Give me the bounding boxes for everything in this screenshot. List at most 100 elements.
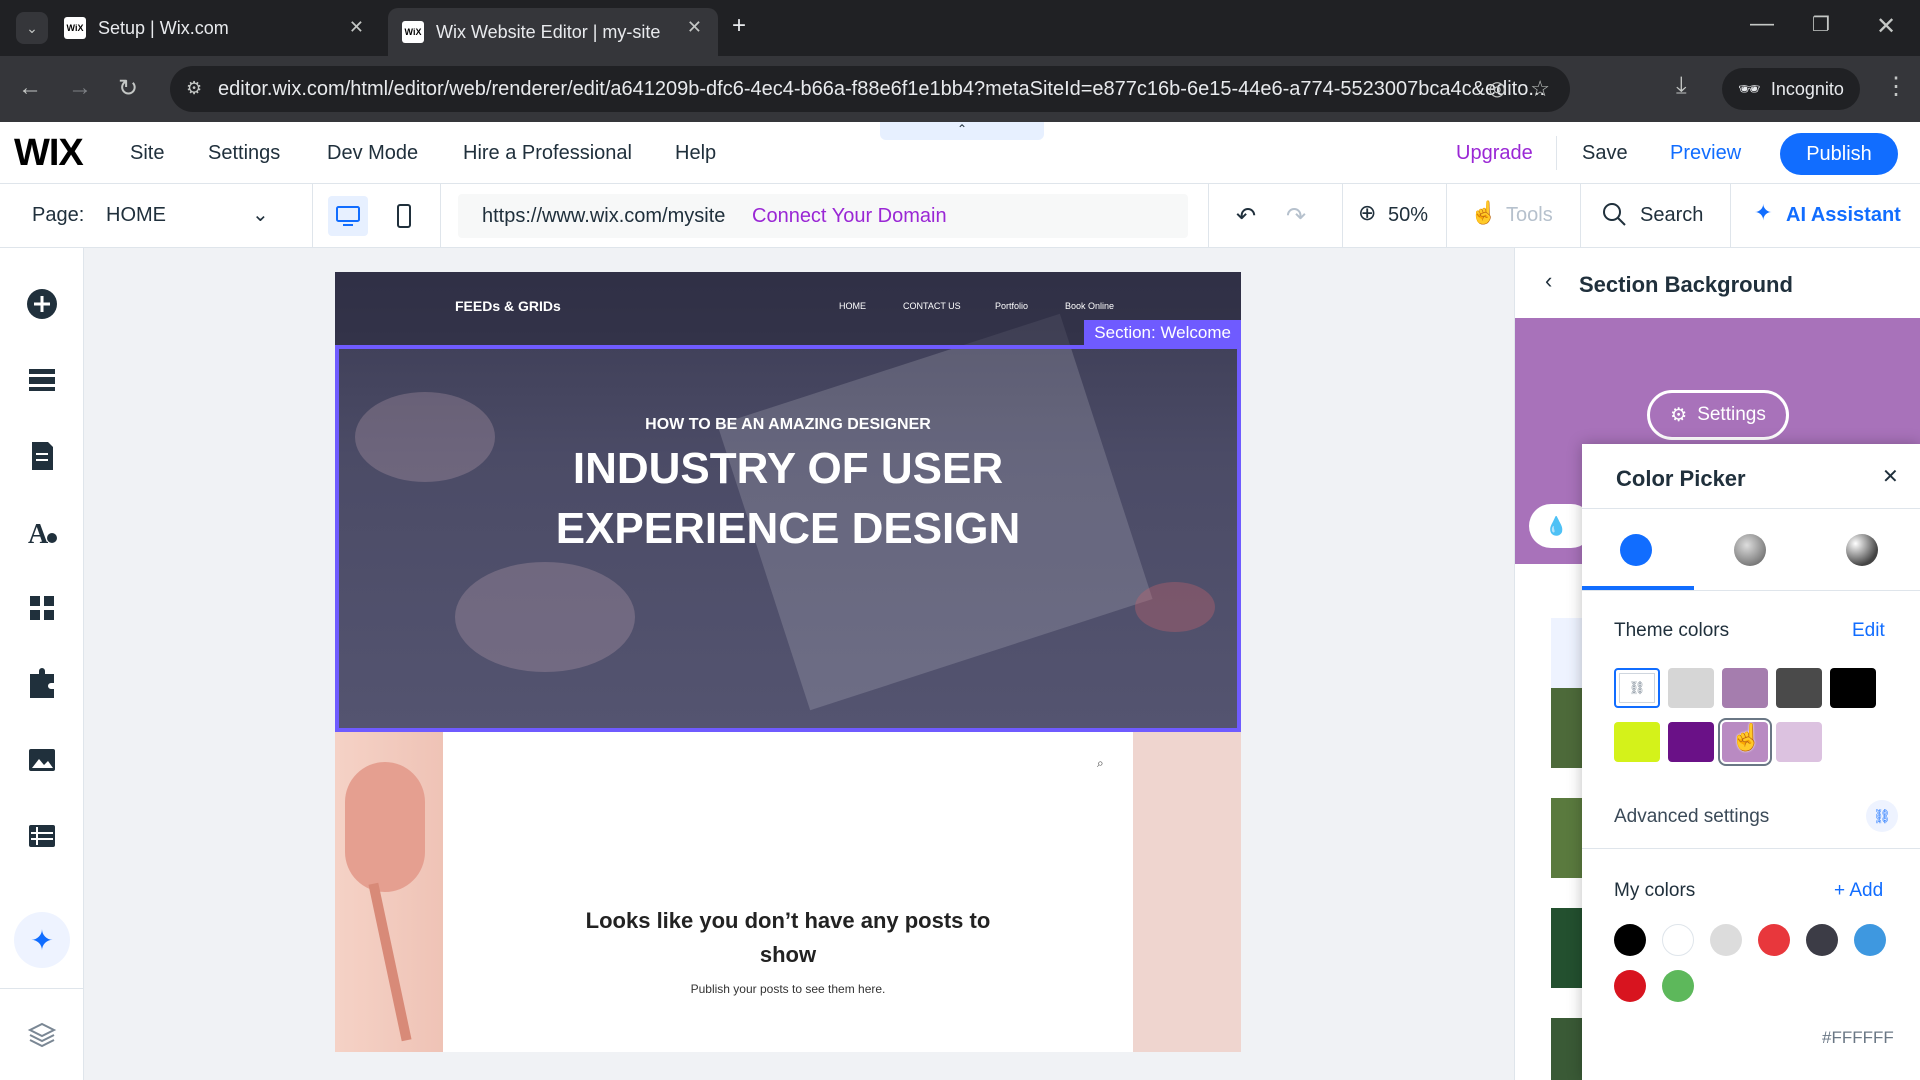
publish-button[interactable]: Publish [1780, 133, 1898, 175]
tab-search-button[interactable]: ⌄ [16, 12, 48, 44]
chrome-menu-icon[interactable]: ⋮ [1884, 72, 1908, 101]
advanced-settings-label[interactable]: Advanced settings [1614, 806, 1769, 828]
theme-color-swatch[interactable] [1830, 668, 1876, 708]
minimize-icon[interactable]: — [1750, 10, 1774, 38]
save-button[interactable]: Save [1582, 142, 1628, 165]
my-color-swatch[interactable] [1758, 924, 1790, 956]
my-color-swatch[interactable] [1662, 924, 1694, 956]
menu-settings[interactable]: Settings [208, 142, 280, 165]
tools-button[interactable]: Tools [1506, 204, 1553, 227]
reload-icon[interactable]: ↻ [118, 74, 138, 103]
theme-color-swatch[interactable] [1776, 668, 1822, 708]
divider [312, 184, 313, 248]
image-icon [29, 749, 55, 771]
my-color-swatch[interactable] [1614, 924, 1646, 956]
download-icon[interactable]: ⤓ [1676, 72, 1687, 100]
panel-title: Section Background [1579, 272, 1793, 297]
gear-icon: ⚙ [1670, 404, 1688, 426]
search-button[interactable]: Search [1640, 204, 1703, 227]
media-button[interactable] [22, 740, 62, 780]
ai-assistant-button[interactable]: AI Assistant [1786, 204, 1901, 227]
connect-domain-link[interactable]: Connect Your Domain [752, 205, 947, 228]
menu-site[interactable]: Site [130, 142, 164, 165]
tools-icon[interactable]: ☝ [1470, 200, 1497, 226]
new-tab-icon[interactable]: + [732, 12, 746, 40]
forward-icon[interactable]: → [68, 74, 92, 102]
collapse-top-bar-handle[interactable]: ⌃ [880, 122, 1044, 140]
welcome-section[interactable]: FEEDs & GRIDs HOME CONTACT US Portfolio … [335, 272, 1241, 732]
pages-button[interactable] [22, 436, 62, 476]
wix-logo[interactable]: WIX [14, 132, 84, 175]
theme-color-swatch[interactable] [1668, 668, 1714, 708]
solid-color-tab-icon[interactable] [1620, 534, 1652, 566]
zoom-icon[interactable]: ⊕ [1358, 200, 1376, 226]
page-selector[interactable]: HOME [106, 204, 166, 227]
theme-color-swatch[interactable] [1722, 668, 1768, 708]
theme-color-swatch[interactable] [1668, 722, 1714, 762]
redo-icon[interactable]: ↷ [1286, 202, 1306, 231]
site-info-icon[interactable]: ⚙ [186, 78, 202, 99]
theme-color-swatch[interactable] [1776, 722, 1822, 762]
my-color-swatch[interactable] [1710, 924, 1742, 956]
preview-button[interactable]: Preview [1670, 142, 1741, 165]
menu-hire-professional[interactable]: Hire a Professional [463, 142, 632, 165]
address-bar[interactable]: ⚙ editor.wix.com/html/editor/web/rendere… [170, 66, 1570, 112]
my-color-swatch[interactable] [1662, 970, 1694, 1002]
mobile-view-button[interactable] [384, 196, 424, 236]
close-tab-icon[interactable]: ✕ [349, 17, 364, 38]
menu-help[interactable]: Help [675, 142, 716, 165]
desktop-view-button[interactable] [328, 196, 368, 236]
theme-color-swatch[interactable] [1614, 722, 1660, 762]
site-nav-book-online[interactable]: Book Online [1065, 301, 1114, 311]
zoom-level[interactable]: 50% [1388, 204, 1428, 227]
site-design-button[interactable]: A [22, 512, 62, 552]
site-nav-home[interactable]: HOME [839, 301, 866, 311]
browser-tab-setup[interactable]: WiX Setup | Wix.com ✕ [50, 8, 380, 48]
bookmark-star-icon[interactable]: ☆ [1530, 76, 1550, 102]
settings-button[interactable]: ⚙ Settings [1647, 390, 1789, 440]
hex-value[interactable]: #FFFFFF [1822, 1028, 1894, 1048]
site-nav-portfolio[interactable]: Portfolio [995, 301, 1028, 311]
upgrade-link[interactable]: Upgrade [1456, 142, 1533, 165]
ai-sparkle-icon[interactable]: ✦ [14, 912, 70, 968]
incognito-icon: 🕶 [1738, 78, 1761, 99]
sections-button[interactable] [22, 360, 62, 400]
sparkle-icon[interactable]: ✦ [1754, 200, 1772, 226]
theme-color-swatch[interactable]: ⛓ [1614, 668, 1660, 708]
undo-icon[interactable]: ↶ [1236, 202, 1256, 231]
menu-dev-mode[interactable]: Dev Mode [327, 142, 418, 165]
close-window-icon[interactable]: ✕ [1876, 12, 1896, 41]
layers-button[interactable] [22, 1014, 62, 1054]
my-color-swatch[interactable] [1806, 924, 1838, 956]
gradient-tab-icon[interactable] [1734, 534, 1766, 566]
cms-button[interactable] [22, 816, 62, 856]
fluid-gradient-tab-icon[interactable] [1846, 534, 1878, 566]
link-icon[interactable]: ⛓ [1866, 800, 1898, 832]
eye-off-icon[interactable]: ◎ [1489, 76, 1506, 101]
site-brand[interactable]: FEEDs & GRIDs [455, 298, 561, 314]
chevron-down-icon[interactable]: ⌄ [252, 202, 269, 227]
search-icon[interactable] [1600, 200, 1628, 228]
browser-tab-editor[interactable]: WiX Wix Website Editor | my-site ✕ [388, 8, 718, 56]
search-icon[interactable]: ⌕ [1097, 756, 1104, 771]
close-tab-icon[interactable]: ✕ [687, 17, 702, 38]
site-url-bar[interactable]: https://www.wix.com/mysite Connect Your … [458, 194, 1188, 238]
back-icon[interactable]: ← [18, 74, 42, 102]
add-color-button[interactable]: + Add [1834, 880, 1883, 902]
puzzle-icon [30, 668, 54, 698]
edit-theme-link[interactable]: Edit [1852, 620, 1885, 642]
incognito-badge[interactable]: 🕶 Incognito [1722, 68, 1860, 110]
restore-icon[interactable]: ❐ [1812, 12, 1830, 37]
my-color-swatch[interactable] [1614, 970, 1646, 1002]
add-elements-button[interactable] [22, 284, 62, 324]
site-nav-contact[interactable]: CONTACT US [903, 301, 961, 311]
blog-section[interactable]: ⌕ Looks like you don’t have any posts to… [335, 732, 1241, 1052]
close-icon[interactable]: ✕ [1882, 464, 1899, 489]
divider [1582, 848, 1920, 849]
apps-button[interactable] [22, 588, 62, 628]
business-tools-button[interactable] [22, 664, 62, 704]
my-color-swatch[interactable] [1854, 924, 1886, 956]
empty-posts-title: Looks like you don’t have any posts to s… [585, 908, 991, 967]
section-label[interactable]: Section: Welcome [1084, 320, 1241, 346]
back-icon[interactable]: ‹ [1545, 268, 1552, 294]
